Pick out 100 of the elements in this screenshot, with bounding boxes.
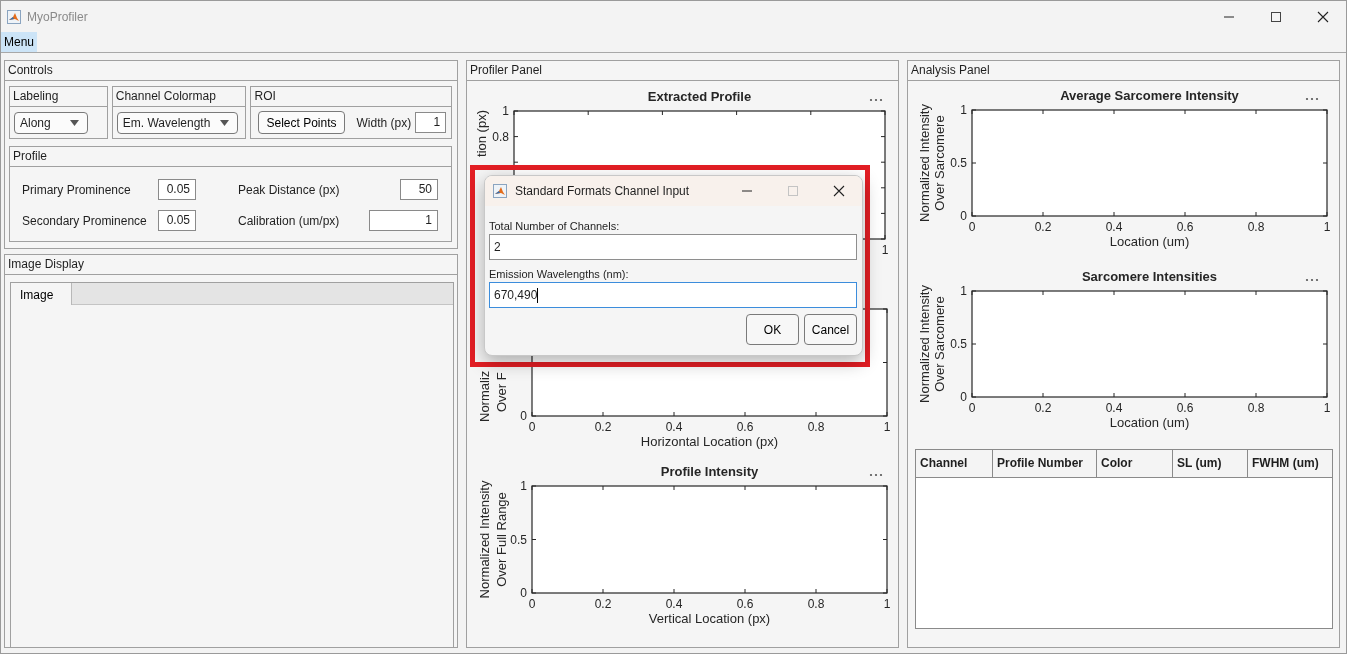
panel-title: Image Display [5,255,457,275]
axis-label: Normalized Intensity [477,480,492,599]
axis-label: Over Full Range [494,492,509,587]
chart-title: Sarcomere Intensities [1081,269,1218,284]
tick-label: 1 [883,420,891,434]
tick-label: 1 [883,597,891,611]
axis-label: tion (px) [474,110,489,157]
axis-label: Over Sarcomere [932,115,947,211]
tick-label: 1 [1323,401,1331,415]
width-field[interactable]: 1 [415,112,447,133]
number-field[interactable]: 0.05 [158,210,196,231]
tick-label: 0.5 [510,532,527,547]
dialog-button[interactable]: Cancel [804,314,857,345]
axis-label: Location (um) [1109,415,1190,430]
window-title: MyoProfiler [27,8,88,26]
tick-label: 1 [881,243,889,257]
column-header[interactable]: FWHM (um) [1248,450,1332,477]
panel-title: Analysis Panel [908,61,1339,81]
column-header[interactable]: Profile Number [993,450,1097,477]
panel-title: ROI [251,87,451,107]
tick-label: 1 [960,284,967,298]
tick-label: 0.8 [1247,401,1265,415]
field-label: Calibration (um/px) [238,212,340,230]
field-label: Peak Distance (px) [238,181,340,199]
chart-title: Extracted Profile [647,89,752,104]
tick-label: 0.6 [736,420,754,434]
tick-label: 0.4 [665,420,683,434]
tick-label: 0.4 [1105,220,1123,234]
input-field[interactable]: 2 [489,234,857,260]
axis-label: Normalized Intensity [917,104,932,222]
number-field[interactable]: 0.05 [158,179,196,200]
dialog-title: Standard Formats Channel Input [515,183,690,200]
tick-label: 1 [520,479,527,493]
app-icon [7,9,21,24]
tick-label: 1 [502,104,509,118]
app-icon [493,184,507,198]
column-header[interactable]: SL (um) [1173,450,1248,477]
field-label: Secondary Prominence [22,212,148,230]
axis-label: Normaliz [477,370,492,422]
close-icon [1316,10,1329,23]
maximize-icon [1269,10,1282,23]
tick-label: 0.8 [1247,220,1265,234]
axis-label: Horizontal Location (px) [640,434,779,449]
axis-label: Over F [494,372,509,412]
tick-label: 0 [528,597,536,611]
tab[interactable]: Image [11,283,72,306]
menu-item[interactable]: Menu [1,32,38,52]
caret-icon [219,119,229,126]
tick-label: 0.4 [1105,401,1123,415]
panel-title: Labeling [10,87,107,107]
tick-label: 0.5 [950,337,967,351]
tick-label: 0 [520,409,527,423]
tick-label: 0.2 [594,420,612,434]
tick-label: 0.2 [1034,220,1052,234]
column-header[interactable]: Channel [916,450,993,477]
axis-label: Over Sarcomere [932,296,947,392]
panel-title: Channel Colormap [112,87,246,107]
number-field[interactable]: 1 [369,210,438,231]
number-field[interactable]: 50 [400,179,438,200]
panel-title: Profile [10,147,451,167]
tick-label: 0 [520,586,527,600]
dialog-button[interactable]: OK [746,314,799,345]
tick-label: 0.4 [665,597,683,611]
axis-label: Normalized Intensity [917,285,932,403]
tick-label: 0 [968,220,976,234]
tick-label: 0.6 [1176,220,1194,234]
more-options-icon[interactable] [869,98,883,102]
field-label: Primary Prominence [22,181,132,199]
tick-label: 0.8 [807,597,825,611]
tick-label: 0 [528,420,536,434]
field-label: Width (px) [356,114,412,132]
panel-title: Controls [5,61,457,81]
caret-icon [70,119,79,126]
labeling-dropdown[interactable]: Along [14,111,88,134]
tick-label: 0 [968,401,976,415]
tick-label: 0 [960,390,967,404]
input-field[interactable]: 670,490 [489,282,857,308]
tick-label: 1 [960,103,967,117]
tick-label: 0.8 [807,420,825,434]
tick-label: 0.6 [736,597,754,611]
colormap-dropdown[interactable]: Em. Wavelength [116,111,238,134]
more-options-icon[interactable] [869,473,883,477]
tick-label: 0.2 [594,597,612,611]
axis-label: Vertical Location (px) [648,611,771,626]
close-icon [833,185,845,197]
tick-label: 0.2 [1034,401,1052,415]
chart-title: Profile Intensity [660,464,759,479]
tick-label: 1 [1323,220,1331,234]
chart-title: Average Sarcomere Intensity [1060,88,1239,103]
select-points-button[interactable]: Select Points [258,111,345,134]
maximize-icon [787,185,799,197]
tick-label: 0.6 [1176,401,1194,415]
field-label: Emission Wavelengths (nm): [489,267,630,282]
axis-label: Location (um) [1109,234,1190,249]
column-header[interactable]: Color [1097,450,1173,477]
field-label: Total Number of Channels: [489,219,621,234]
panel-title: Profiler Panel [467,61,898,81]
tick-label: 0 [960,209,967,223]
more-options-icon[interactable] [1305,278,1319,282]
more-options-icon[interactable] [1305,97,1319,101]
